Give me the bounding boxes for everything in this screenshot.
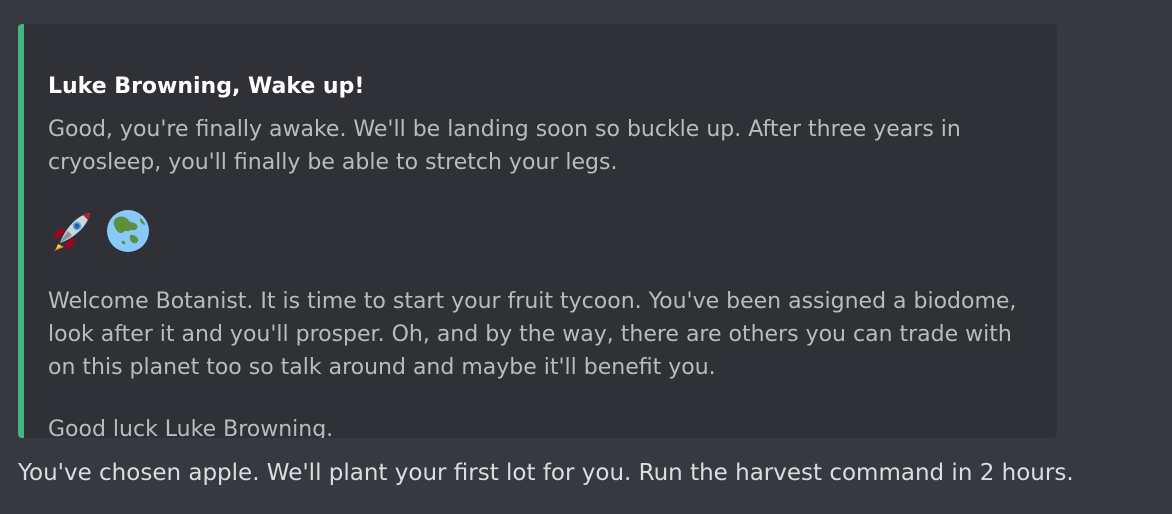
rocket-icon	[53, 213, 90, 251]
embed-closing-text: Good luck Luke Browning.	[48, 417, 334, 438]
bot-message-text: You've chosen apple. We'll plant your fi…	[18, 460, 1074, 486]
embed-title: Luke Browning, Wake up!	[48, 74, 365, 99]
earth-globe-asia-icon	[107, 210, 149, 252]
embed-intro-text: Good, you're finally awake. We'll be lan…	[48, 117, 961, 175]
message-embed: Luke Browning, Wake up! Good, you're fin…	[18, 24, 1057, 438]
chat-view: Luke Browning, Wake up! Good, you're fin…	[0, 0, 1172, 514]
emoji-row	[50, 208, 150, 254]
embed-welcome-text: Welcome Botanist. It is time to start yo…	[48, 289, 1017, 380]
